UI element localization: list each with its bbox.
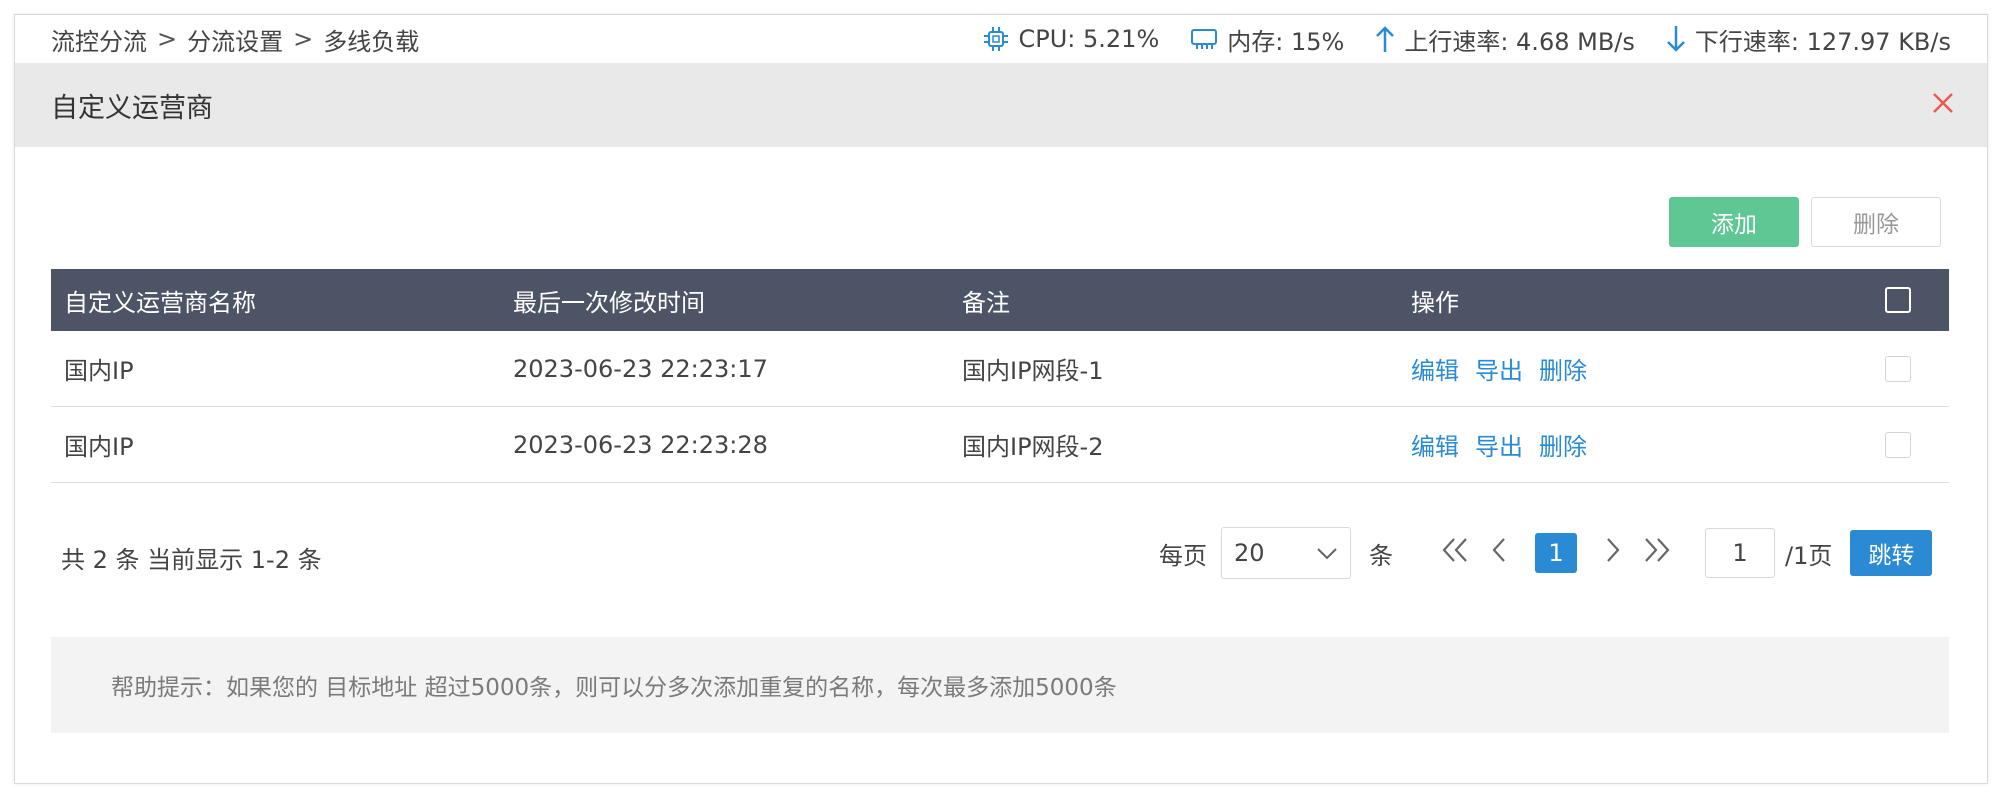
- per-page-unit: 条: [1369, 541, 1393, 570]
- memory-stat: 内存: 15%: [1189, 22, 1344, 57]
- cell-note: 国内IP网段-2: [962, 433, 1104, 461]
- cpu-stat: CPU: 5.21%: [981, 24, 1160, 54]
- row-select-cell: [1847, 355, 1949, 382]
- column-header-note: 备注: [962, 288, 1010, 317]
- cell-name: 国内IP: [64, 433, 134, 461]
- upload-stat: 上行速率: 4.68 MB/s: [1374, 22, 1635, 57]
- export-link[interactable]: 导出: [1475, 351, 1523, 386]
- row-select-cell: [1847, 431, 1949, 458]
- help-tip-text: 帮助提示：如果您的 目标地址 超过5000条，则可以分多次添加重复的名称，每次最…: [111, 675, 1117, 701]
- cell-actions: 编辑 导出 删除: [1398, 427, 1847, 462]
- page-number-input[interactable]: 1: [1705, 528, 1775, 578]
- row-checkbox[interactable]: [1885, 431, 1911, 458]
- cpu-chip-icon: [981, 24, 1011, 54]
- app-frame: 流控分流 > 分流设置 > 多线负载 CPU: 5.21% 内存: 15% 上行…: [14, 14, 1988, 784]
- per-page-value: 20: [1234, 539, 1265, 567]
- total-pages-label: /1页: [1785, 541, 1833, 570]
- table-header: 自定义运营商名称 最后一次修改时间 备注 操作: [51, 269, 1949, 331]
- dialog-header: 自定义运营商: [15, 63, 1987, 147]
- top-status-bar: 流控分流 > 分流设置 > 多线负载 CPU: 5.21% 内存: 15% 上行…: [15, 15, 1987, 63]
- breadcrumb-current: 多线负载: [323, 27, 420, 56]
- arrow-up-icon: [1374, 24, 1396, 54]
- edit-link[interactable]: 编辑: [1411, 351, 1459, 386]
- add-button[interactable]: 添加: [1669, 197, 1799, 247]
- export-link[interactable]: 导出: [1475, 427, 1523, 462]
- delete-link[interactable]: 删除: [1539, 351, 1587, 386]
- download-value: 下行速率: 127.97 KB/s: [1694, 27, 1951, 56]
- double-chevron-right-icon: [1642, 535, 1672, 571]
- close-icon: [1931, 91, 1955, 119]
- upload-value: 上行速率: 4.68 MB/s: [1404, 27, 1635, 56]
- cell-note: 国内IP网段-1: [962, 357, 1104, 385]
- breadcrumb-item[interactable]: 分流设置: [187, 22, 283, 57]
- current-page-button[interactable]: 1: [1535, 533, 1577, 573]
- system-stats: CPU: 5.21% 内存: 15% 上行速率: 4.68 MB/s 下行速率:…: [981, 15, 1951, 63]
- operator-table: 自定义运营商名称 最后一次修改时间 备注 操作 国内IP 2023-06-23 …: [51, 269, 1949, 483]
- select-all-cell: [1847, 287, 1949, 313]
- next-page-button[interactable]: [1591, 531, 1635, 575]
- chevron-left-icon: [1489, 535, 1509, 571]
- help-tip: 帮助提示：如果您的 目标地址 超过5000条，则可以分多次添加重复的名称，每次最…: [51, 637, 1949, 733]
- chevron-down-icon: [1316, 539, 1338, 567]
- prev-page-button[interactable]: [1477, 531, 1521, 575]
- per-page-label: 每页: [1159, 541, 1207, 570]
- breadcrumb: 流控分流 > 分流设置 > 多线负载: [51, 15, 419, 63]
- cell-modified: 2023-06-23 22:23:28: [513, 430, 768, 459]
- chevron-right-icon: [1603, 535, 1623, 571]
- memory-value: 内存: 15%: [1227, 27, 1345, 56]
- breadcrumb-separator: >: [157, 25, 178, 53]
- cpu-value: CPU: 5.21%: [1018, 25, 1160, 53]
- breadcrumb-separator: >: [293, 25, 314, 53]
- table-row: 国内IP 2023-06-23 22:23:28 国内IP网段-2 编辑 导出 …: [51, 407, 1949, 483]
- per-page-select[interactable]: 20: [1221, 527, 1351, 579]
- close-button[interactable]: [1927, 89, 1959, 121]
- double-chevron-left-icon: [1440, 535, 1470, 571]
- arrow-down-icon: [1665, 24, 1687, 54]
- cell-name: 国内IP: [64, 357, 134, 385]
- pagination: 每页 20 条 1 1 /1页 跳转: [1159, 525, 1933, 581]
- delete-selected-button[interactable]: 删除: [1811, 197, 1941, 247]
- column-header-actions: 操作: [1411, 288, 1459, 317]
- select-all-checkbox[interactable]: [1885, 287, 1911, 313]
- records-summary: 共 2 条 当前显示 1-2 条: [61, 545, 322, 574]
- cell-actions: 编辑 导出 删除: [1398, 351, 1847, 386]
- download-stat: 下行速率: 127.97 KB/s: [1665, 22, 1951, 57]
- dialog-title: 自定义运营商: [51, 92, 213, 124]
- jump-button[interactable]: 跳转: [1850, 530, 1933, 576]
- memory-icon: [1189, 24, 1219, 54]
- column-header-modified: 最后一次修改时间: [513, 288, 705, 317]
- table-row: 国内IP 2023-06-23 22:23:17 国内IP网段-1 编辑 导出 …: [51, 331, 1949, 407]
- row-checkbox[interactable]: [1885, 355, 1911, 382]
- breadcrumb-item[interactable]: 流控分流: [51, 22, 147, 57]
- cell-modified: 2023-06-23 22:23:17: [513, 354, 768, 383]
- last-page-button[interactable]: [1635, 531, 1679, 575]
- first-page-button[interactable]: [1433, 531, 1477, 575]
- delete-link[interactable]: 删除: [1539, 427, 1587, 462]
- column-header-name: 自定义运营商名称: [64, 288, 256, 317]
- edit-link[interactable]: 编辑: [1411, 427, 1459, 462]
